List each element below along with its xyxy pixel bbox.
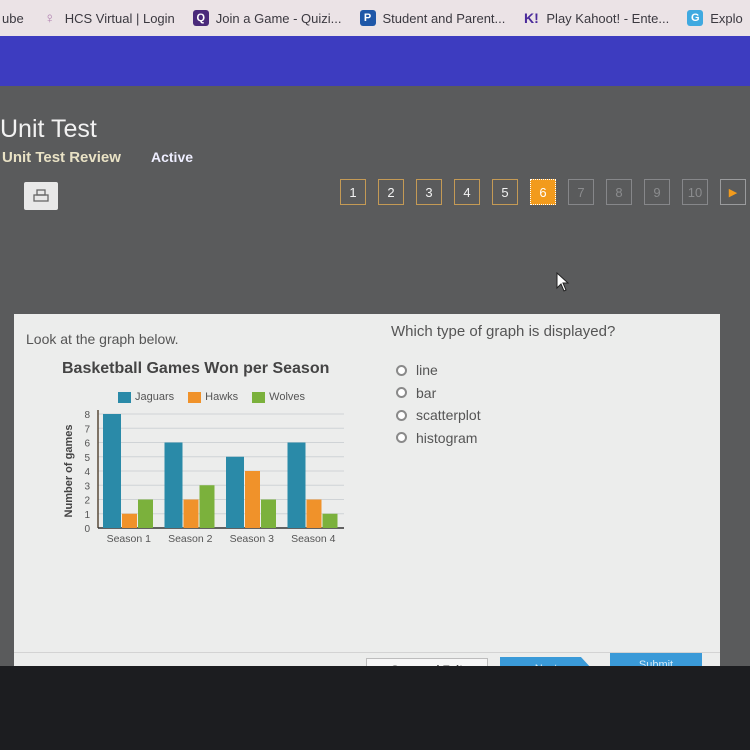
legend-swatch-hawks (188, 391, 202, 403)
page-button-10[interactable]: 10 (682, 179, 708, 205)
page-button-9[interactable]: 9 (644, 179, 670, 205)
page-button-3[interactable]: 3 (416, 179, 442, 205)
test-page: Unit Test Unit Test Review Active 1 2 3 … (0, 86, 750, 702)
bookmark-hcs-virtual[interactable]: ♀ HCS Virtual | Login (42, 9, 175, 27)
y-tick-label: 1 (84, 510, 90, 521)
y-tick-label: 2 (84, 496, 90, 507)
bookmarks-bar: ube ♀ HCS Virtual | Login Q Join a Game - … (0, 0, 750, 36)
bar-jaguars-season-3 (226, 456, 244, 528)
bookmark-youtube[interactable]: ube (2, 11, 24, 26)
radio-button[interactable] (396, 409, 407, 421)
y-tick-label: 4 (84, 467, 90, 478)
option-line[interactable]: line (396, 359, 481, 382)
page-button-7[interactable]: 7 (568, 179, 594, 205)
pin-icon: ♀ (44, 9, 56, 27)
y-tick-label: 3 (84, 481, 90, 492)
page-button-4[interactable]: 4 (454, 179, 480, 205)
print-button[interactable] (24, 182, 58, 210)
bar-chart: 0 1 2 3 4 5 6 7 8 Number of games Season 1 Season 2… (63, 410, 344, 545)
kahoot-icon: K! (524, 10, 539, 26)
option-scatterplot[interactable]: scatterplot (396, 404, 481, 427)
y-tick-label: 0 (84, 524, 90, 535)
page-button-2[interactable]: 2 (378, 179, 404, 205)
answer-options: line bar scatterplot histogram (396, 359, 481, 449)
bar-hawks-season-1 (122, 513, 137, 528)
bar-wolves-season-4 (322, 513, 338, 528)
site-header-band (0, 36, 750, 86)
test-subtitle: Unit Test Review (2, 149, 121, 166)
x-tick-label: Season 4 (291, 533, 336, 545)
question-stem: Look at the graph below. (26, 331, 179, 347)
legend-hawks: Hawks (188, 391, 238, 403)
question-pager: 1 2 3 4 5 6 7 8 9 10 ▶ (340, 179, 746, 205)
option-histogram[interactable]: histogram (396, 427, 481, 450)
bar-jaguars-season-4 (287, 442, 306, 528)
x-tick-label: Season 3 (230, 533, 275, 545)
bar-wolves-season-2 (199, 485, 215, 528)
y-axis-label: Number of games (63, 425, 75, 518)
bookmark-quizizz[interactable]: Q Join a Game - Quizi... (192, 10, 342, 26)
legend-jaguars: Jaguars (118, 391, 174, 403)
y-tick-label: 5 (84, 453, 90, 464)
legend-wolves: Wolves (252, 391, 305, 403)
printer-icon (33, 189, 49, 202)
y-tick-label: 8 (84, 410, 90, 421)
page-button-6-current[interactable]: 6 (530, 179, 556, 205)
bar-hawks-season-3 (245, 471, 260, 528)
radio-button[interactable] (396, 432, 407, 444)
bar-jaguars-season-2 (164, 442, 183, 528)
bar-wolves-season-1 (138, 499, 153, 528)
bar-hawks-season-4 (306, 499, 322, 528)
status-label: Active (151, 149, 194, 165)
bookmark-powerschool[interactable]: P Student and Parent... (359, 10, 505, 26)
x-tick-label: Season 1 (107, 533, 152, 545)
legend-swatch-wolves (252, 391, 266, 403)
y-tick-label: 7 (84, 424, 90, 435)
radio-button[interactable] (396, 387, 407, 399)
y-tick-label: 6 (84, 439, 90, 450)
g-icon: G (687, 10, 704, 26)
bookmark-kahoot[interactable]: K! Play Kahoot! - Ente... (523, 10, 669, 26)
legend-swatch-jaguars (118, 391, 131, 403)
x-tick-label: Season 2 (168, 533, 213, 545)
question-card: Look at the graph below. Basketball Game… (14, 314, 720, 702)
quizizz-icon: Q (192, 10, 209, 26)
bookmark-explore[interactable]: G Explo (687, 10, 743, 26)
next-page-arrow-icon[interactable]: ▶ (720, 179, 746, 205)
bar-hawks-season-2 (183, 499, 199, 528)
mouse-cursor-icon (556, 272, 570, 292)
page-button-5[interactable]: 5 (492, 179, 518, 205)
bar-jaguars-season-1 (103, 414, 121, 528)
powerschool-icon: P (359, 10, 376, 26)
option-bar[interactable]: bar (396, 382, 481, 405)
page-button-1[interactable]: 1 (340, 179, 366, 205)
page-button-8[interactable]: 8 (606, 179, 632, 205)
bar-wolves-season-3 (261, 499, 276, 528)
monitor-bezel (0, 666, 750, 750)
page-title: Unit Test (0, 115, 97, 143)
chart-legend: Jaguars Hawks Wolves (118, 391, 305, 403)
question-prompt: Which type of graph is displayed? (391, 323, 616, 340)
chart-title: Basketball Games Won per Season (62, 360, 330, 377)
radio-button[interactable] (396, 364, 407, 376)
